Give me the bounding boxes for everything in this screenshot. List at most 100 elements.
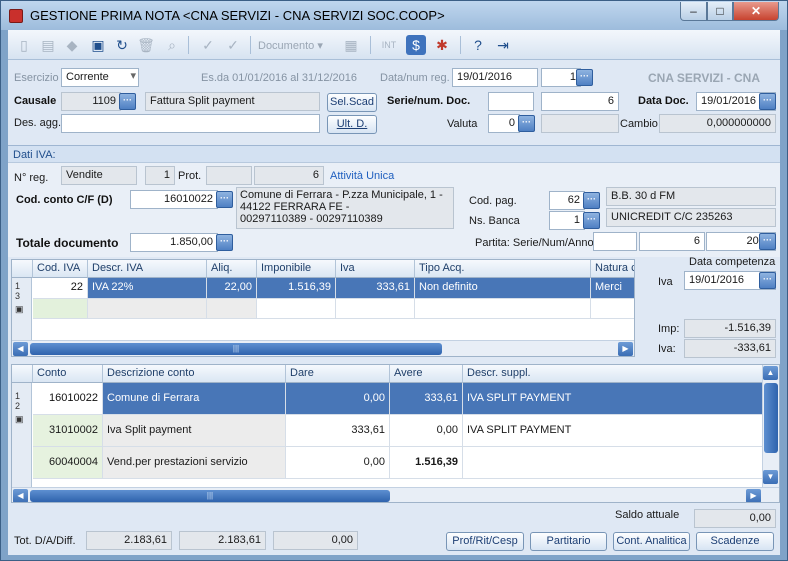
competenza-calendar-button[interactable]: ··· xyxy=(759,272,776,289)
new-cell[interactable] xyxy=(207,299,257,319)
num-doc-field[interactable]: 6 xyxy=(541,92,619,111)
check-all-icon[interactable]: ✓ xyxy=(223,35,243,55)
esercizio-select[interactable]: Corrente ▾ xyxy=(61,68,139,87)
calendar-button[interactable]: ··· xyxy=(759,93,776,110)
valuta-lookup-button[interactable]: ··· xyxy=(518,115,535,132)
scroll-right-icon[interactable]: ▶ xyxy=(618,342,633,356)
col-descr-iva[interactable]: Descr. IVA xyxy=(88,260,207,278)
new-cell[interactable] xyxy=(257,299,336,319)
col-tipo-acq[interactable]: Tipo Acq. xyxy=(415,260,591,278)
copy-rows-icon[interactable]: ▣ xyxy=(15,414,31,424)
new-cell[interactable] xyxy=(591,299,634,319)
save-icon[interactable]: ▣ xyxy=(88,35,108,55)
grid-icon[interactable]: ▦ xyxy=(341,35,361,55)
cell-conto[interactable]: 16010022 xyxy=(33,383,103,415)
cell-descrizione[interactable]: Vend.per prestazioni servizio xyxy=(103,447,286,479)
search-icon[interactable]: ⌕ xyxy=(162,35,182,55)
scroll-thumb[interactable]: ||| xyxy=(30,490,390,502)
num-reg-field[interactable]: 1 xyxy=(541,68,581,87)
cell-dare[interactable]: 0,00 xyxy=(286,383,390,415)
cell-descr-iva[interactable]: IVA 22% xyxy=(88,278,207,299)
codconto-lookup-button[interactable]: ··· xyxy=(216,191,233,208)
new-cell[interactable] xyxy=(33,299,88,319)
cell-descrizione[interactable]: Iva Split payment xyxy=(103,415,286,447)
causale-lookup-button[interactable]: ··· xyxy=(119,93,136,110)
scroll-thumb[interactable] xyxy=(764,383,778,453)
undo-icon[interactable]: ↻ xyxy=(112,35,132,55)
open-icon[interactable]: ◆ xyxy=(62,35,82,55)
causale-code-field[interactable]: 1109 xyxy=(61,92,121,111)
cell-tipo-acq[interactable]: Non definito xyxy=(415,278,591,299)
exit-icon[interactable]: ⇥ xyxy=(493,35,513,55)
copy-rows-icon[interactable]: ▣ xyxy=(15,304,31,314)
col-dare[interactable]: Dare xyxy=(286,365,390,383)
col-descr-suppl[interactable]: Descr. suppl. xyxy=(463,365,763,383)
cell-avere[interactable]: 1.516,39 xyxy=(390,447,463,479)
cell-cod-iva[interactable]: 22 xyxy=(33,278,88,299)
partita-serie-field[interactable] xyxy=(593,232,637,251)
totale-lookup-button[interactable]: ··· xyxy=(216,234,233,251)
valuta-field[interactable]: 0 xyxy=(488,114,520,133)
new-cell[interactable] xyxy=(336,299,415,319)
ult-d-button[interactable]: Ult. D. xyxy=(327,115,377,134)
cell-descr-suppl[interactable]: IVA SPLIT PAYMENT xyxy=(463,383,763,415)
partitario-button[interactable]: Partitario xyxy=(530,532,607,551)
minimize-button[interactable]: – xyxy=(680,2,707,21)
cell-avere[interactable]: 333,61 xyxy=(390,383,463,415)
int-icon[interactable]: INT xyxy=(376,35,402,55)
col-imponibile[interactable]: Imponibile xyxy=(257,260,336,278)
new-cell[interactable] xyxy=(88,299,207,319)
cont-analitica-button[interactable]: Cont. Analitica xyxy=(613,532,690,551)
num-reg-lookup-button[interactable]: ··· xyxy=(576,69,593,86)
iva-grid-hscroll[interactable]: ◀ ||| ▶ xyxy=(12,340,634,356)
cell-imponibile[interactable]: 1.516,39 xyxy=(257,278,336,299)
scroll-left-icon[interactable]: ◀ xyxy=(13,489,28,502)
col-conto[interactable]: Conto xyxy=(33,365,103,383)
scadenze-button[interactable]: Scadenze xyxy=(696,532,774,551)
totale-field[interactable]: 1.850,00 xyxy=(130,233,218,252)
new-icon[interactable]: ▯ xyxy=(14,35,34,55)
data-reg-field[interactable]: 19/01/2016 xyxy=(452,68,538,87)
scroll-thumb[interactable]: ||| xyxy=(30,343,442,355)
cell-avere[interactable]: 0,00 xyxy=(390,415,463,447)
cell-natura[interactable]: Merci xyxy=(591,278,634,299)
partita-num-field[interactable]: 6 xyxy=(639,232,705,251)
codpag-field[interactable]: 62 xyxy=(549,191,585,210)
new-cell[interactable] xyxy=(415,299,591,319)
cell-aliq[interactable]: 22,00 xyxy=(207,278,257,299)
des-agg-field[interactable] xyxy=(61,114,320,133)
cell-descrizione[interactable]: Comune di Ferrara xyxy=(103,383,286,415)
copy-icon[interactable]: ▤ xyxy=(38,35,58,55)
conti-grid-vscroll[interactable]: ▲ ▼ xyxy=(762,365,779,487)
cell-conto[interactable]: 60040004 xyxy=(33,447,103,479)
banca-field[interactable]: 1 xyxy=(549,211,585,230)
scroll-up-icon[interactable]: ▲ xyxy=(763,366,778,380)
scroll-left-icon[interactable]: ◀ xyxy=(13,342,28,356)
conti-grid-hscroll[interactable]: ◀ ||| ▶ xyxy=(12,487,779,502)
help-icon[interactable]: ? xyxy=(468,35,488,55)
globe-icon[interactable]: ✱ xyxy=(432,35,452,55)
prof-rit-cesp-button[interactable]: Prof/Rit/Cesp xyxy=(446,532,524,551)
col-avere[interactable]: Avere xyxy=(390,365,463,383)
delete-icon[interactable]: 🗑 xyxy=(136,35,156,55)
sel-scad-button[interactable]: Sel.Scad xyxy=(327,93,377,112)
banca-lookup-button[interactable]: ··· xyxy=(583,212,600,229)
cell-descr-suppl[interactable]: IVA SPLIT PAYMENT xyxy=(463,415,763,447)
codconto-field[interactable]: 16010022 xyxy=(130,190,218,209)
partita-lookup-button[interactable]: ··· xyxy=(759,233,776,250)
documento-menu[interactable]: Documento ▾ xyxy=(258,39,323,52)
scroll-right-icon[interactable]: ▶ xyxy=(746,489,761,502)
codpag-lookup-button[interactable]: ··· xyxy=(583,192,600,209)
cell-dare[interactable]: 0,00 xyxy=(286,447,390,479)
close-button[interactable]: ✕ xyxy=(733,2,779,21)
maximize-button[interactable]: □ xyxy=(707,2,733,21)
cell-descr-suppl[interactable] xyxy=(463,447,763,479)
col-descrizione-conto[interactable]: Descrizione conto xyxy=(103,365,286,383)
col-aliq[interactable]: Aliq. xyxy=(207,260,257,278)
check-icon[interactable]: ✓ xyxy=(198,35,218,55)
money-icon[interactable]: $ xyxy=(406,35,426,55)
col-natura[interactable]: Natura c xyxy=(591,260,634,278)
col-cod-iva[interactable]: Cod. IVA xyxy=(33,260,88,278)
cell-dare[interactable]: 333,61 xyxy=(286,415,390,447)
col-iva[interactable]: Iva xyxy=(336,260,415,278)
